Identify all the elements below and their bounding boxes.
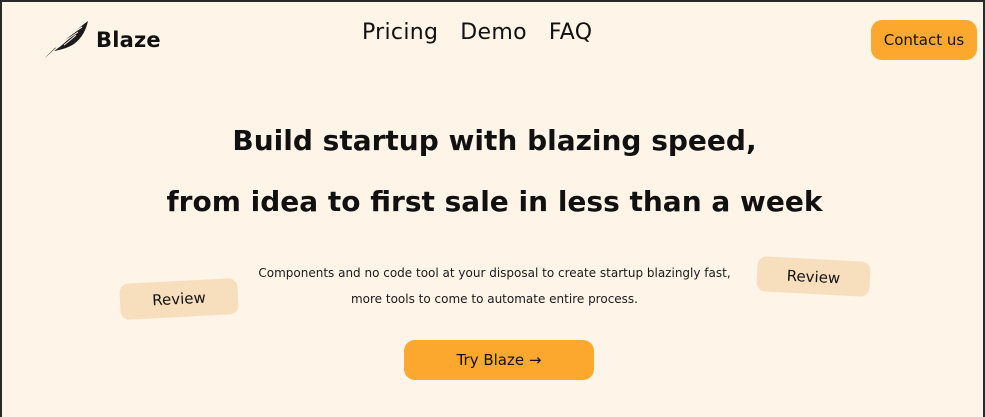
nav-link-demo[interactable]: Demo (460, 20, 527, 45)
feather-icon (42, 18, 92, 60)
hero-headline-line-1: Build startup with blazing speed, (232, 124, 757, 157)
main-nav: Pricing Demo FAQ (362, 20, 592, 45)
hero-headline-line-2: from idea to first sale in less than a w… (166, 185, 823, 218)
page-frame: Blaze Pricing Demo FAQ Contact us Build … (0, 0, 985, 417)
nav-link-faq[interactable]: FAQ (549, 20, 593, 45)
review-badge-left: Review (119, 277, 239, 321)
try-blaze-button[interactable]: Try Blaze → (404, 340, 594, 380)
nav-link-pricing[interactable]: Pricing (362, 20, 438, 45)
brand-logo[interactable]: Blaze (42, 18, 161, 60)
brand-name: Blaze (96, 28, 161, 52)
contact-us-button[interactable]: Contact us (871, 20, 977, 60)
review-badge-right: Review (756, 256, 871, 297)
